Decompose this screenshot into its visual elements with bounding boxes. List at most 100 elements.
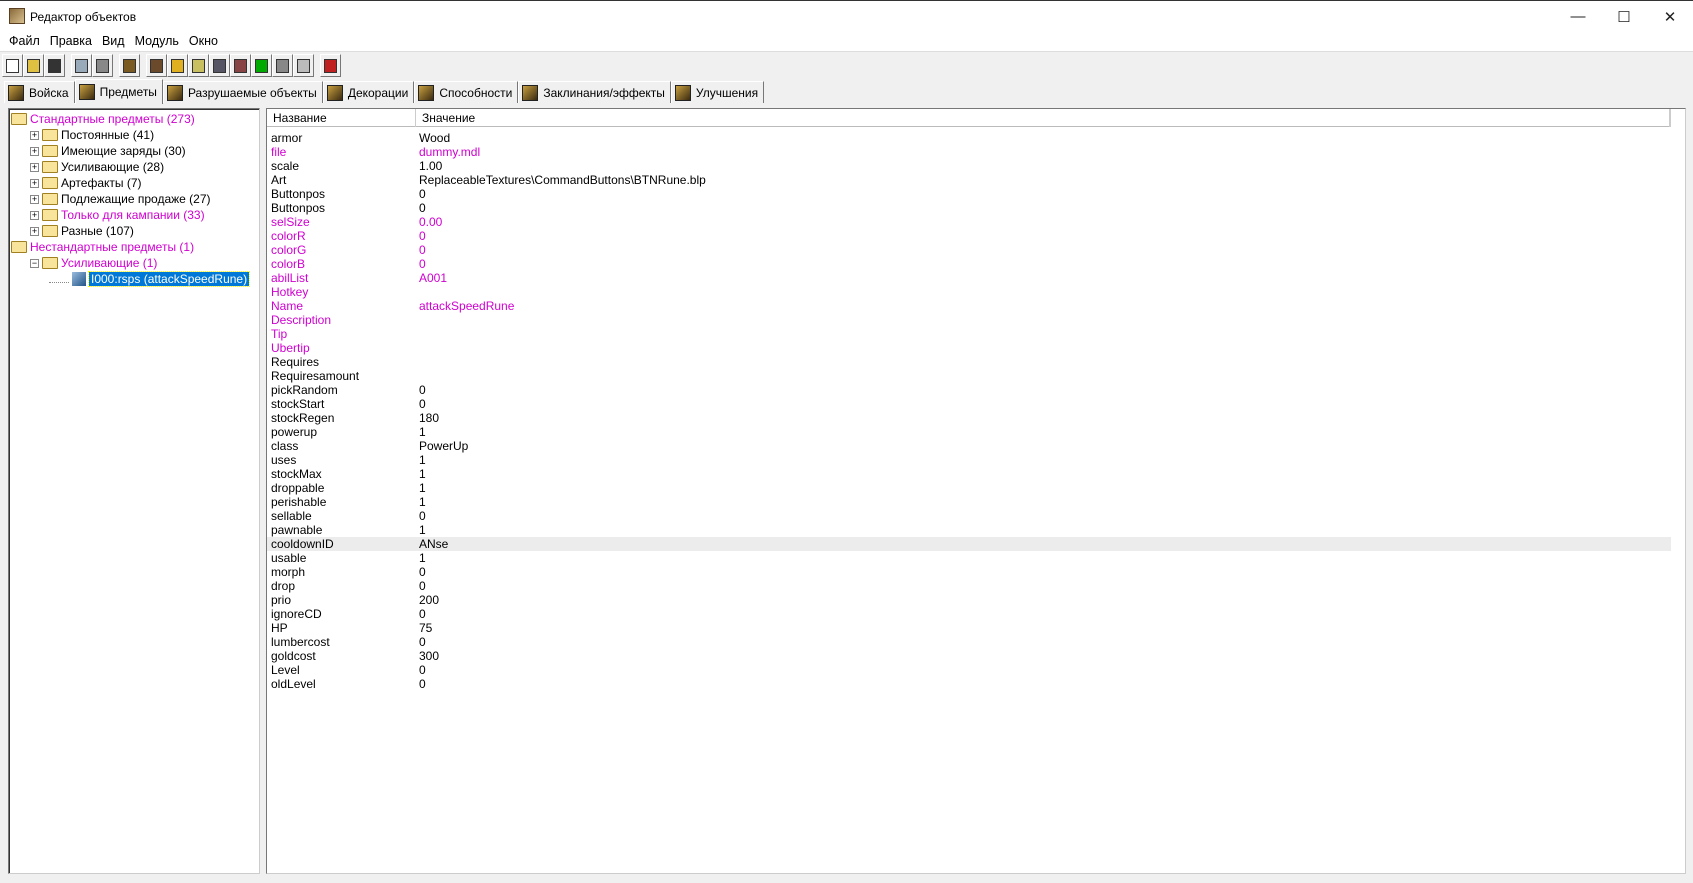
unit-button[interactable] [209, 54, 230, 77]
column-header-name[interactable]: Название [267, 109, 416, 127]
table-row[interactable]: pickRandom 0 [267, 383, 1671, 397]
open-button[interactable] [23, 54, 44, 77]
table-row[interactable]: perishable 1 [267, 495, 1671, 509]
tree-node[interactable]: + Разные (107) [30, 223, 134, 239]
table-row[interactable]: uses 1 [267, 453, 1671, 467]
expand-icon[interactable]: + [30, 194, 39, 204]
table-row[interactable]: cooldownID ANse [267, 537, 1671, 551]
menu-1[interactable]: Правка [45, 31, 97, 51]
table-row[interactable]: Level 0 [267, 663, 1671, 677]
object-tree[interactable]: Стандартные предметы (273) + Постоянные (4… [8, 108, 260, 874]
tab-4[interactable]: Способности [414, 81, 519, 103]
tab-3[interactable]: Декорации [322, 81, 415, 103]
expand-icon[interactable]: + [30, 178, 39, 188]
object-button[interactable] [272, 54, 293, 77]
table-row[interactable]: Buttonpos 0 [267, 187, 1671, 201]
table-row[interactable]: colorB 0 [267, 257, 1671, 271]
column-header-value[interactable]: Значение [416, 109, 1671, 127]
table-row[interactable]: powerup 1 [267, 425, 1671, 439]
table-row[interactable]: colorR 0 [267, 229, 1671, 243]
expand-icon[interactable]: + [30, 162, 39, 172]
ai-button[interactable] [251, 54, 272, 77]
table-row[interactable]: sellable 0 [267, 509, 1671, 523]
tab-5[interactable]: Заклинания/эффекты [518, 81, 671, 103]
table-row[interactable]: morph 0 [267, 565, 1671, 579]
new-button[interactable] [2, 54, 23, 77]
expand-icon[interactable]: + [30, 146, 39, 156]
maximize-button[interactable]: ☐ [1601, 1, 1647, 32]
table-row[interactable]: colorG 0 [267, 243, 1671, 257]
table-row[interactable]: HP 75 [267, 621, 1671, 635]
table-row[interactable]: lumbercost 0 [267, 635, 1671, 649]
tree-node[interactable]: − Усиливающие (1) [30, 255, 157, 271]
table-row[interactable]: scale 1.00 [267, 159, 1671, 173]
table-row[interactable]: pawnable 1 [267, 523, 1671, 537]
tab-6[interactable]: Улучшения [670, 81, 765, 103]
tree-node[interactable]: + Только для кампании (33) [30, 207, 205, 223]
tree-node[interactable]: Стандартные предметы (273) [11, 111, 195, 127]
item-editor-button[interactable] [119, 54, 140, 77]
table-row[interactable]: goldcost 300 [267, 649, 1671, 663]
table-row[interactable]: Requiresamount [267, 369, 1671, 383]
tree-node[interactable]: + Усиливающие (28) [30, 159, 164, 175]
table-row[interactable]: Name attackSpeedRune [267, 299, 1671, 313]
field-name: file [271, 145, 287, 159]
copy-button[interactable] [71, 54, 92, 77]
field-name: droppable [271, 481, 325, 495]
close-button[interactable]: ✕ [1647, 1, 1693, 32]
property-list[interactable]: Название Значение armor Wood file dummy.mdl… [266, 108, 1686, 874]
terrain-button[interactable] [146, 54, 167, 77]
open-icon [27, 58, 40, 73]
text-button[interactable] [167, 54, 188, 77]
table-row[interactable]: abilList A001 [267, 271, 1671, 285]
table-row[interactable]: droppable 1 [267, 481, 1671, 495]
table-row[interactable]: Ubertip [267, 341, 1671, 355]
expand-icon[interactable]: + [30, 130, 39, 140]
tree-node[interactable]: + Имеющие заряды (30) [30, 143, 186, 159]
field-value: 0 [419, 579, 426, 593]
import-button[interactable] [293, 54, 314, 77]
expand-icon[interactable]: + [30, 210, 39, 220]
trigger-button[interactable] [320, 54, 341, 77]
table-row[interactable]: Requires [267, 355, 1671, 369]
table-row[interactable]: Art ReplaceableTextures\CommandButtons\BT… [267, 173, 1671, 187]
menu-3[interactable]: Модуль [130, 31, 184, 51]
paste-button[interactable] [92, 54, 113, 77]
tree-node[interactable]: + Постоянные (41) [30, 127, 154, 143]
camera-button[interactable] [230, 54, 251, 77]
sound-button[interactable] [188, 54, 209, 77]
field-value: 0 [419, 383, 426, 397]
table-row[interactable]: selSize 0.00 [267, 215, 1671, 229]
collapse-icon[interactable]: − [30, 258, 39, 268]
tree-node[interactable]: I000:rsps (attackSpeedRune) [49, 271, 251, 287]
sound-icon [192, 58, 205, 73]
table-row[interactable]: stockRegen 180 [267, 411, 1671, 425]
save-button[interactable] [44, 54, 65, 77]
table-row[interactable]: Buttonpos 0 [267, 201, 1671, 215]
menu-4[interactable]: Окно [184, 31, 223, 51]
table-row[interactable]: oldLevel 0 [267, 677, 1671, 691]
table-row[interactable]: usable 1 [267, 551, 1671, 565]
table-row[interactable]: prio 200 [267, 593, 1671, 607]
table-row[interactable]: file dummy.mdl [267, 145, 1671, 159]
table-row[interactable]: armor Wood [267, 131, 1671, 145]
menu-0[interactable]: Файл [4, 31, 45, 51]
minimize-button[interactable]: — [1555, 1, 1601, 32]
table-row[interactable]: ignoreCD 0 [267, 607, 1671, 621]
tab-0[interactable]: Войска [4, 81, 75, 103]
table-row[interactable]: drop 0 [267, 579, 1671, 593]
table-row[interactable]: stockMax 1 [267, 467, 1671, 481]
tab-2[interactable]: Разрушаемые объекты [162, 81, 323, 103]
table-row[interactable]: Tip [267, 327, 1671, 341]
menu-2[interactable]: Вид [97, 31, 130, 51]
field-value: 0 [419, 229, 426, 243]
tree-node[interactable]: + Подлежащие продаже (27) [30, 191, 211, 207]
expand-icon[interactable]: + [30, 226, 39, 236]
tree-node[interactable]: Нестандартные предметы (1) [11, 239, 194, 255]
table-row[interactable]: Description [267, 313, 1671, 327]
table-row[interactable]: class PowerUp [267, 439, 1671, 453]
table-row[interactable]: stockStart 0 [267, 397, 1671, 411]
tree-node[interactable]: + Артефакты (7) [30, 175, 142, 191]
table-row[interactable]: Hotkey [267, 285, 1671, 299]
tab-1[interactable]: Предметы [74, 79, 163, 104]
